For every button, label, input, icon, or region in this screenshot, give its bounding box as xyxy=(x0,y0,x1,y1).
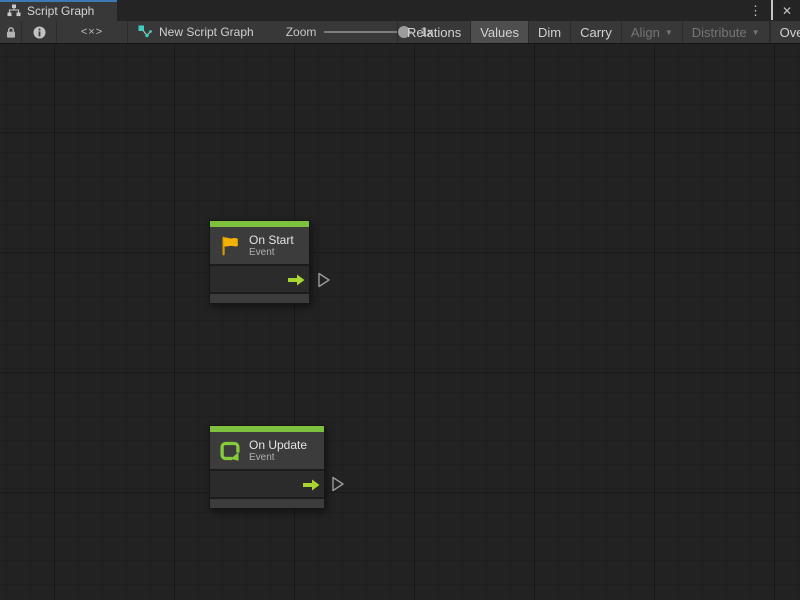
dim-button[interactable]: Dim xyxy=(528,21,570,43)
node-header[interactable]: On Start Event xyxy=(210,227,309,264)
carry-button[interactable]: Carry xyxy=(570,21,621,43)
tab-bar: Script Graph ⋮ ✕ xyxy=(0,0,800,21)
graph-edge-icon xyxy=(138,25,152,39)
info-button[interactable] xyxy=(22,21,57,43)
relations-label: Relations xyxy=(407,25,461,40)
node-header[interactable]: On Update Event xyxy=(210,432,324,469)
node-subtitle: Event xyxy=(249,247,294,258)
dim-label: Dim xyxy=(538,25,561,40)
graph-canvas[interactable]: On Start Event xyxy=(0,44,800,600)
window-menu-icon[interactable]: ⋮ xyxy=(749,4,762,17)
graph-name-label: New Script Graph xyxy=(159,25,254,39)
lock-icon xyxy=(5,26,17,39)
relations-button[interactable]: Relations xyxy=(397,21,470,43)
distribute-dropdown-button[interactable]: Distribute ▼ xyxy=(682,21,769,43)
chevron-down-icon: ▼ xyxy=(665,27,673,37)
view-options-group: Relations Values Dim Carry Align ▼ Distr… xyxy=(397,21,800,43)
node-ports-section xyxy=(210,469,324,497)
window-controls: ⋮ ✕ xyxy=(749,0,800,21)
control-output-port-icon[interactable] xyxy=(317,272,331,288)
graph-name-button[interactable]: New Script Graph xyxy=(128,21,264,43)
align-dropdown-button[interactable]: Align ▼ xyxy=(621,21,682,43)
chevron-down-icon: ▼ xyxy=(752,27,760,37)
code-view-button[interactable]: <×> xyxy=(57,21,128,43)
carry-label: Carry xyxy=(580,25,612,40)
graph-hierarchy-icon xyxy=(7,4,21,17)
node-footer xyxy=(210,292,309,303)
close-icon[interactable]: ✕ xyxy=(782,5,792,17)
node-footer xyxy=(210,497,324,508)
tab-script-graph[interactable]: Script Graph xyxy=(0,0,117,21)
script-graph-window: Script Graph ⋮ ✕ xyxy=(0,0,800,600)
tab-title: Script Graph xyxy=(27,3,94,18)
control-output-port-icon[interactable] xyxy=(331,476,345,492)
node-on-start[interactable]: On Start Event xyxy=(209,220,310,304)
node-title: On Update xyxy=(249,438,307,452)
node-on-update[interactable]: On Update Event xyxy=(209,425,325,509)
values-label: Values xyxy=(480,25,519,40)
active-tab-accent xyxy=(0,0,117,2)
node-subtitle: Event xyxy=(249,452,307,463)
code-icon: <×> xyxy=(81,26,103,38)
zoom-label: Zoom xyxy=(286,25,317,39)
node-title: On Start xyxy=(249,233,294,247)
graph-toolbar: <×> New Script Graph Zoom 1x xyxy=(0,21,800,44)
info-icon xyxy=(33,26,46,39)
values-button[interactable]: Values xyxy=(470,21,528,43)
overview-label: Overview xyxy=(780,25,800,40)
align-label: Align xyxy=(631,25,660,40)
node-ports-section xyxy=(210,264,309,292)
control-output-arrow-icon[interactable] xyxy=(302,478,320,490)
control-output-arrow-icon[interactable] xyxy=(287,273,305,285)
distribute-label: Distribute xyxy=(692,25,747,40)
flag-icon xyxy=(219,235,241,257)
overview-button[interactable]: Overview xyxy=(769,21,800,43)
loop-icon xyxy=(219,440,241,462)
lock-button[interactable] xyxy=(0,21,22,43)
maximize-icon[interactable] xyxy=(771,2,773,20)
